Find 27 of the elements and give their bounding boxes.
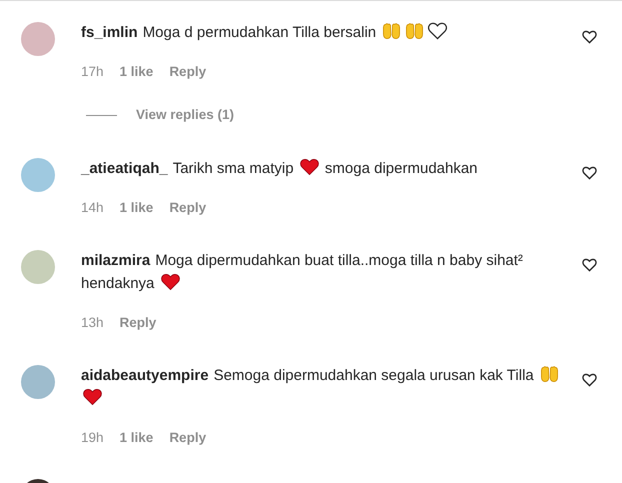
heart-icon (300, 158, 319, 176)
comment-time: 14h (81, 199, 104, 217)
heart-outline-icon (428, 22, 448, 40)
heart-outline-icon[interactable] (582, 30, 597, 44)
comment-time: 19h (81, 429, 104, 447)
comment-time: 17h (81, 63, 104, 81)
heart-icon (160, 273, 180, 291)
heart-outline-icon[interactable] (582, 373, 597, 387)
like-count[interactable]: 1 like (120, 63, 154, 81)
comment-text: fs_imlin Moga d permudahkan Tilla bersalin (81, 21, 573, 44)
like-count[interactable]: 1 like (120, 199, 154, 217)
heart-outline-icon[interactable] (582, 258, 597, 272)
reply-button[interactable]: Reply (169, 63, 206, 81)
comment-text: milazmira Moga dipermudahkan buat tilla..moga tilla n baby sihat² hendaknya (81, 251, 524, 294)
open-hands-icon (382, 22, 402, 40)
reply-button[interactable]: Reply (169, 429, 206, 447)
comment-time: 13h (81, 314, 104, 332)
comment-text: aidabeautyempire Semoga dipermudahkan segala urusan kak Tilla (81, 364, 573, 410)
view-replies-button[interactable]: View replies (1) (136, 106, 234, 124)
heart-icon (83, 388, 102, 406)
heart-outline-icon[interactable] (582, 166, 597, 180)
like-count[interactable]: 1 like (120, 429, 154, 447)
reply-button[interactable]: Reply (120, 314, 156, 332)
comment-text: _atieatiqah_ Tarikh sma matyip smoga dipermudahkan (81, 157, 479, 179)
open-hands-icon (540, 365, 559, 383)
open-hands-icon (405, 22, 424, 40)
reply-button[interactable]: Reply (169, 199, 206, 217)
